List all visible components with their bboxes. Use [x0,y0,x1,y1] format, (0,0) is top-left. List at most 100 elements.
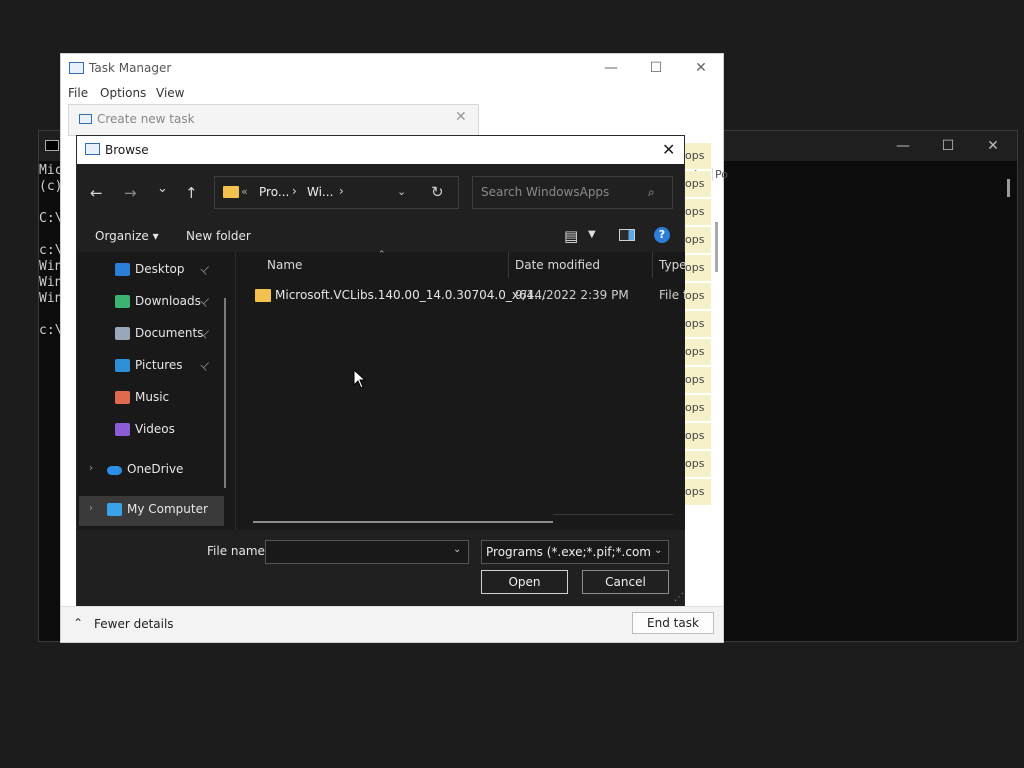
nav-item-label: Music [135,390,170,404]
nav-item-label: Videos [135,422,175,436]
tm-menu-view[interactable]: View [156,86,184,100]
tm-ops-cell: ops [683,171,711,197]
nav-item-documents[interactable]: Documents ⊥ [77,319,233,347]
tm-column-power[interactable]: Po [712,168,728,181]
address-dropdown-chevron-icon[interactable]: ⌄ [397,185,406,198]
nav-item-label: Documents [135,326,204,340]
file-type-select[interactable]: Programs (*.exe;*.pif;*.com;*.bat ⌄ [481,540,669,564]
tm-ops-cell: ops [683,283,711,309]
expand-chevron-icon[interactable]: › [89,503,93,514]
browse-title: Browse [105,143,149,157]
folder-icon [255,289,271,302]
scrollbar-track [553,514,673,515]
nav-pane-scrollbar[interactable] [224,298,226,488]
preview-pane-icon[interactable] [619,229,635,241]
tm-footer: ⌃ Fewer details End task [61,606,723,642]
pane-divider[interactable] [235,252,236,530]
back-arrow-icon[interactable]: ← [90,184,103,202]
console-minimize-button[interactable]: — [893,137,913,155]
task-manager-icon [69,62,84,74]
open-button[interactable]: Open [481,570,568,594]
tm-ops-cell: ops [683,311,711,337]
nav-item-downloads[interactable]: Downloads ⊥ [77,287,233,315]
console-line: Win [39,259,63,274]
nav-item-label: Desktop [135,262,185,276]
console-scrollbar[interactable] [1007,179,1010,197]
pin-icon[interactable]: ⊥ [198,262,214,278]
file-type: File fo [659,288,685,302]
tm-ops-cell: ops [683,199,711,225]
pin-icon[interactable]: ⊥ [198,358,214,374]
browse-toolbar: Organize ▾ New folder ▤ ▼ ? [77,220,684,252]
column-separator[interactable] [652,252,653,278]
nav-item-videos[interactable]: Videos [77,415,233,443]
address-overflow-icon[interactable]: « [241,185,248,198]
nav-item-music[interactable]: Music [77,383,233,411]
browse-close-button[interactable]: ✕ [662,140,675,159]
address-bar[interactable]: « Pro... › Wi... › ⌄ ↻ [214,176,459,209]
console-close-button[interactable]: ✕ [983,137,1003,155]
forward-arrow-icon[interactable]: → [124,184,137,202]
recent-locations-chevron-icon[interactable]: ⌄ [157,181,168,196]
refresh-icon[interactable]: ↻ [431,183,444,201]
navigation-pane: Desktop ⊥ Downloads ⊥ Documents ⊥ Pictures ⊥ Mus… [77,252,233,530]
view-dropdown-icon[interactable]: ▼ [588,229,596,240]
nav-item-desktop[interactable]: Desktop ⊥ [77,255,233,283]
nav-item-my-computer[interactable]: › My Computer [77,495,233,523]
browse-navigation-bar: ← → ⌄ ↑ « Pro... › Wi... › ⌄ ↻ ⌕ [77,164,684,220]
console-maximize-button[interactable]: ☐ [938,137,958,155]
tm-close-button[interactable]: ✕ [689,59,713,77]
file-type-dropdown-icon[interactable]: ⌄ [654,545,662,556]
breadcrumb-program-files[interactable]: Pro... [259,185,289,199]
sort-arrow-icon: ⌃ [378,250,386,260]
file-name-input[interactable] [265,540,469,564]
search-box[interactable]: ⌕ [472,176,673,209]
help-icon[interactable]: ? [654,227,670,243]
file-row[interactable]: Microsoft.VCLibs.140.00_14.0.30704.0_x64… [237,284,685,308]
file-name-dropdown-icon[interactable]: ⌄ [453,544,461,555]
end-task-button[interactable]: End task [632,612,714,634]
column-header-name[interactable]: Name [267,258,302,272]
fewer-details-link[interactable]: Fewer details [94,617,174,631]
tm-ops-cell: ops [683,479,711,505]
nav-item-onedrive[interactable]: › OneDrive [77,455,233,483]
browse-dialog: Browse ✕ ← → ⌄ ↑ « Pro... › Wi... › ⌄ ↻ … [76,135,687,606]
console-line: c:\ [39,323,63,338]
breadcrumb-separator-icon[interactable]: › [292,184,297,198]
chevron-up-icon[interactable]: ⌃ [73,616,83,630]
console-line: c:\ [39,243,63,258]
breadcrumb-windowsapps[interactable]: Wi... [307,185,333,199]
downloads-icon [115,295,130,308]
tm-ops-cell: ops [683,423,711,449]
search-icon[interactable]: ⌕ [648,185,655,200]
column-separator[interactable] [508,252,509,278]
tm-ops-cell: ops [683,451,711,477]
column-header-date-modified[interactable]: Date modified [515,258,600,272]
tm-menu-file[interactable]: File [68,86,88,100]
column-header-type[interactable]: Type [659,258,687,272]
nav-item-pictures[interactable]: Pictures ⊥ [77,351,233,379]
tm-minimize-button[interactable]: — [599,59,623,77]
create-new-task-dialog: Create new task ✕ [68,104,479,136]
organize-button[interactable]: Organize ▾ [95,229,159,243]
file-name: Microsoft.VCLibs.140.00_14.0.30704.0_x64… [275,288,546,302]
tm-ops-column: ops ops ops ops ops ops ops ops ops ops ops ops ops [683,139,711,579]
tm-scrollbar[interactable] [715,222,718,272]
run-icon [79,114,92,124]
tm-maximize-button[interactable]: ☐ [644,59,668,77]
console-line: (c) [39,179,63,194]
expand-chevron-icon[interactable]: › [89,463,93,474]
resize-grip-icon[interactable]: ⋰ [674,592,684,603]
nav-item-label: Downloads [135,294,201,308]
horizontal-scrollbar[interactable] [253,521,553,523]
create-new-task-close-button[interactable]: ✕ [455,109,467,125]
cancel-button[interactable]: Cancel [582,570,669,594]
up-arrow-icon[interactable]: ↑ [185,184,198,202]
breadcrumb-separator-icon[interactable]: › [339,184,344,198]
new-folder-button[interactable]: New folder [186,229,251,243]
view-options-icon[interactable]: ▤ [564,227,578,245]
browse-app-icon [85,143,100,155]
tm-menu-options[interactable]: Options [100,86,146,100]
search-input[interactable] [481,185,641,199]
console-line: C:\ [39,211,63,226]
